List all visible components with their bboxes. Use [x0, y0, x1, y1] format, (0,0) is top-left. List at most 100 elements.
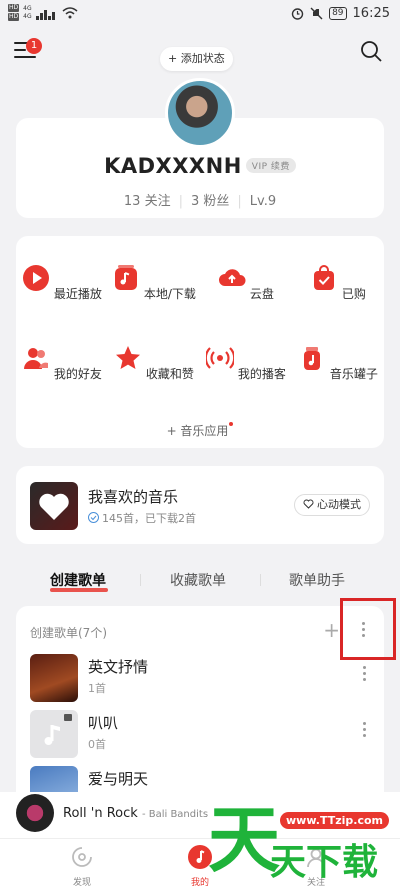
heart-mode-label: 心动模式: [317, 498, 361, 511]
grid-item-label: 收藏和赞: [145, 367, 194, 381]
quick-actions-card: 最近播放 本地/下载 云盘 已购 我的好友 收藏和赞 我的播客 音乐罐子 + 音…: [16, 236, 384, 448]
playlist-name: 爱与明天: [88, 770, 149, 788]
grid-item-label: 最近播放: [53, 287, 102, 301]
follow-count[interactable]: 13 关注: [124, 194, 171, 209]
hd-label-top: HD: [8, 4, 20, 12]
created-playlists-card: 创建歌单(7个) + 英文抒情 1首 叭叭 0首 爱与明天: [16, 606, 384, 814]
now-playing: Roll 'n Rock - Bali Bandits: [63, 806, 208, 821]
grid-item-label: 我的好友: [53, 367, 102, 381]
cloud-icon: [219, 269, 246, 286]
more-icon[interactable]: [363, 722, 366, 740]
grid-item-purchased[interactable]: 已购: [292, 264, 384, 302]
add-status-button[interactable]: + 添加状态: [160, 47, 233, 71]
more-icon[interactable]: [363, 666, 366, 684]
nav-label: 我的: [190, 878, 209, 888]
tab-created[interactable]: 创建歌单: [50, 570, 106, 590]
battery-level: 89: [329, 7, 347, 20]
clock: 16:25: [352, 6, 390, 21]
bottom-nav: 发现 我的 关注: [0, 838, 400, 888]
liked-music-count: 145首，已下载2首: [102, 512, 196, 525]
playlists-header: 创建歌单(7个): [30, 626, 107, 640]
grid-item-label: 已购: [341, 287, 366, 301]
playlist-name: 叭叭: [88, 714, 119, 732]
alarm-icon: [291, 8, 304, 20]
verified-icon: [88, 512, 99, 523]
liked-music-title: 我喜欢的音乐: [88, 488, 179, 506]
notification-badge: 1: [26, 38, 42, 54]
heart-mode-button[interactable]: 心动模式: [293, 494, 370, 516]
nav-label: 关注: [306, 878, 325, 888]
star-icon: [116, 346, 141, 369]
grid-item-friends[interactable]: 我的好友: [16, 344, 108, 382]
fans-count[interactable]: 3 粉丝: [191, 194, 229, 209]
tab-divider: [140, 574, 141, 586]
playlist-tabs: 创建歌单 收藏歌单 歌单助手: [0, 566, 400, 596]
playlist-row[interactable]: 英文抒情 1首: [16, 650, 384, 706]
playlist-row[interactable]: 叭叭 0首: [16, 706, 384, 762]
tab-assistant[interactable]: 歌单助手: [289, 570, 345, 590]
username-row[interactable]: KADXXXNH VIP 续费: [16, 154, 384, 178]
highlight-box: [340, 598, 396, 660]
purchased-icon: [314, 265, 335, 290]
mini-player[interactable]: Roll 'n Rock - Bali Bandits: [0, 792, 400, 838]
nav-discover[interactable]: 发现: [52, 845, 112, 888]
grid-item-music-jar[interactable]: 音乐罐子: [292, 344, 384, 382]
album-disc: [16, 794, 54, 832]
user-level[interactable]: Lv.9: [250, 194, 276, 209]
status-bar: HD HD 4G 4G 89 16:25: [0, 0, 400, 30]
vip-badge[interactable]: VIP 续费: [245, 157, 296, 173]
heart-icon: [39, 493, 69, 520]
liked-music-card[interactable]: 我喜欢的音乐 145首，已下载2首 心动模式: [16, 466, 384, 544]
grid-item-label: 音乐罐子: [329, 367, 378, 381]
wifi-icon: [62, 6, 78, 18]
avatar[interactable]: [165, 78, 235, 148]
grid-item-label: 云盘: [249, 287, 274, 301]
status-right: 89 16:25: [291, 6, 390, 21]
grid-item-label: 本地/下载: [143, 287, 196, 301]
playlist-cover: [30, 654, 78, 702]
follow-icon: [307, 848, 325, 868]
nav-follow[interactable]: 关注: [286, 845, 346, 888]
local-music-icon: [115, 265, 138, 290]
add-playlist-icon[interactable]: +: [323, 618, 340, 642]
tab-collected[interactable]: 收藏歌单: [170, 570, 226, 590]
signal-label-1: 4G: [23, 4, 32, 12]
grid-item-favorites[interactable]: 收藏和赞: [108, 344, 200, 382]
playlist-name: 英文抒情: [88, 658, 149, 676]
menu-line: [14, 56, 36, 58]
hd-label-bottom: HD: [8, 13, 20, 21]
stats-divider: |: [178, 194, 183, 209]
liked-music-subtitle: 145首，已下载2首: [88, 510, 196, 526]
signal-icon: 4G 4G: [23, 5, 31, 21]
nav-label: 发现: [72, 878, 91, 888]
grid-item-podcast[interactable]: 我的播客: [200, 344, 292, 382]
new-dot: [229, 422, 234, 426]
podcast-icon: [204, 347, 236, 369]
music-jar-icon: [304, 347, 321, 370]
music-icon: [188, 845, 212, 869]
hd-indicators: HD HD: [8, 4, 20, 21]
song-title: Roll 'n Rock: [63, 806, 138, 821]
signal-label-2: 4G: [23, 12, 32, 20]
heart-outline-icon: [303, 499, 313, 509]
mute-icon: [310, 7, 323, 20]
friends-icon: [24, 348, 49, 369]
nav-mine[interactable]: 我的: [170, 845, 230, 888]
grid-item-local[interactable]: 本地/下载: [108, 264, 200, 302]
profile-stats: 13 关注 | 3 粉丝 | Lv.9: [16, 190, 384, 209]
discover-icon: [72, 847, 92, 867]
music-note-icon: [44, 714, 72, 745]
playlist-count: 1首: [88, 682, 106, 695]
play-icon: [23, 265, 50, 291]
menu-line: [14, 49, 26, 51]
stats-divider: |: [237, 194, 242, 209]
music-app-label: + 音乐应用: [166, 424, 229, 438]
playlist-count: 0首: [88, 738, 106, 751]
liked-music-cover: [30, 482, 78, 530]
grid-item-cloud[interactable]: 云盘: [200, 264, 292, 302]
song-artist: - Bali Bandits: [141, 809, 209, 820]
music-app-button[interactable]: + 音乐应用: [16, 422, 384, 439]
tab-divider: [260, 574, 261, 586]
grid-item-recent[interactable]: 最近播放: [16, 264, 108, 302]
search-icon[interactable]: [360, 40, 382, 62]
